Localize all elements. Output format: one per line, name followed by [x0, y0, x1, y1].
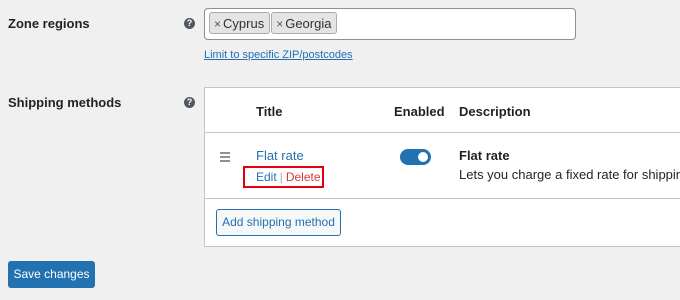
column-header-enabled: Enabled — [394, 104, 445, 119]
zone-regions-label: Zone regions — [8, 16, 90, 31]
region-chip-cyprus: × Cyprus — [209, 12, 271, 34]
question-circle-icon[interactable]: ? — [184, 97, 195, 108]
enabled-toggle[interactable] — [400, 149, 431, 165]
region-chip-label: Cyprus — [223, 16, 265, 31]
column-header-title: Title — [256, 104, 283, 119]
question-circle-icon[interactable]: ? — [184, 18, 195, 29]
method-title-link[interactable]: Flat rate — [256, 148, 304, 163]
row-divider — [205, 198, 680, 199]
shipping-methods-label: Shipping methods — [8, 95, 122, 110]
action-separator: | — [279, 170, 283, 184]
description-text: Lets you charge a fixed rate for shippin… — [459, 167, 680, 182]
remove-chip-icon[interactable]: × — [214, 17, 221, 31]
description-title: Flat rate — [459, 148, 510, 163]
header-divider — [205, 132, 680, 133]
delete-link[interactable]: Delete — [286, 170, 321, 184]
toggle-knob — [418, 152, 428, 162]
column-header-description: Description — [459, 104, 531, 119]
region-chip-georgia: × Georgia — [271, 12, 338, 34]
shipping-zone-settings: Zone regions ? × Cyprus × Georgia Limit to … — [0, 0, 680, 300]
save-changes-button[interactable]: Save changes — [8, 261, 95, 288]
edit-link[interactable]: Edit — [256, 170, 277, 184]
limit-postcodes-link[interactable]: Limit to specific ZIP/postcodes — [204, 49, 353, 61]
row-actions: Edit | Delete — [243, 166, 324, 188]
zone-regions-select[interactable]: × Cyprus × Georgia — [204, 8, 576, 40]
add-shipping-method-button[interactable]: Add shipping method — [216, 209, 341, 236]
drag-handle-icon[interactable] — [220, 152, 230, 164]
region-chip-label: Georgia — [285, 16, 332, 31]
remove-chip-icon[interactable]: × — [276, 17, 283, 31]
shipping-methods-table: Title Enabled Description Flat rate Edit… — [204, 87, 680, 247]
